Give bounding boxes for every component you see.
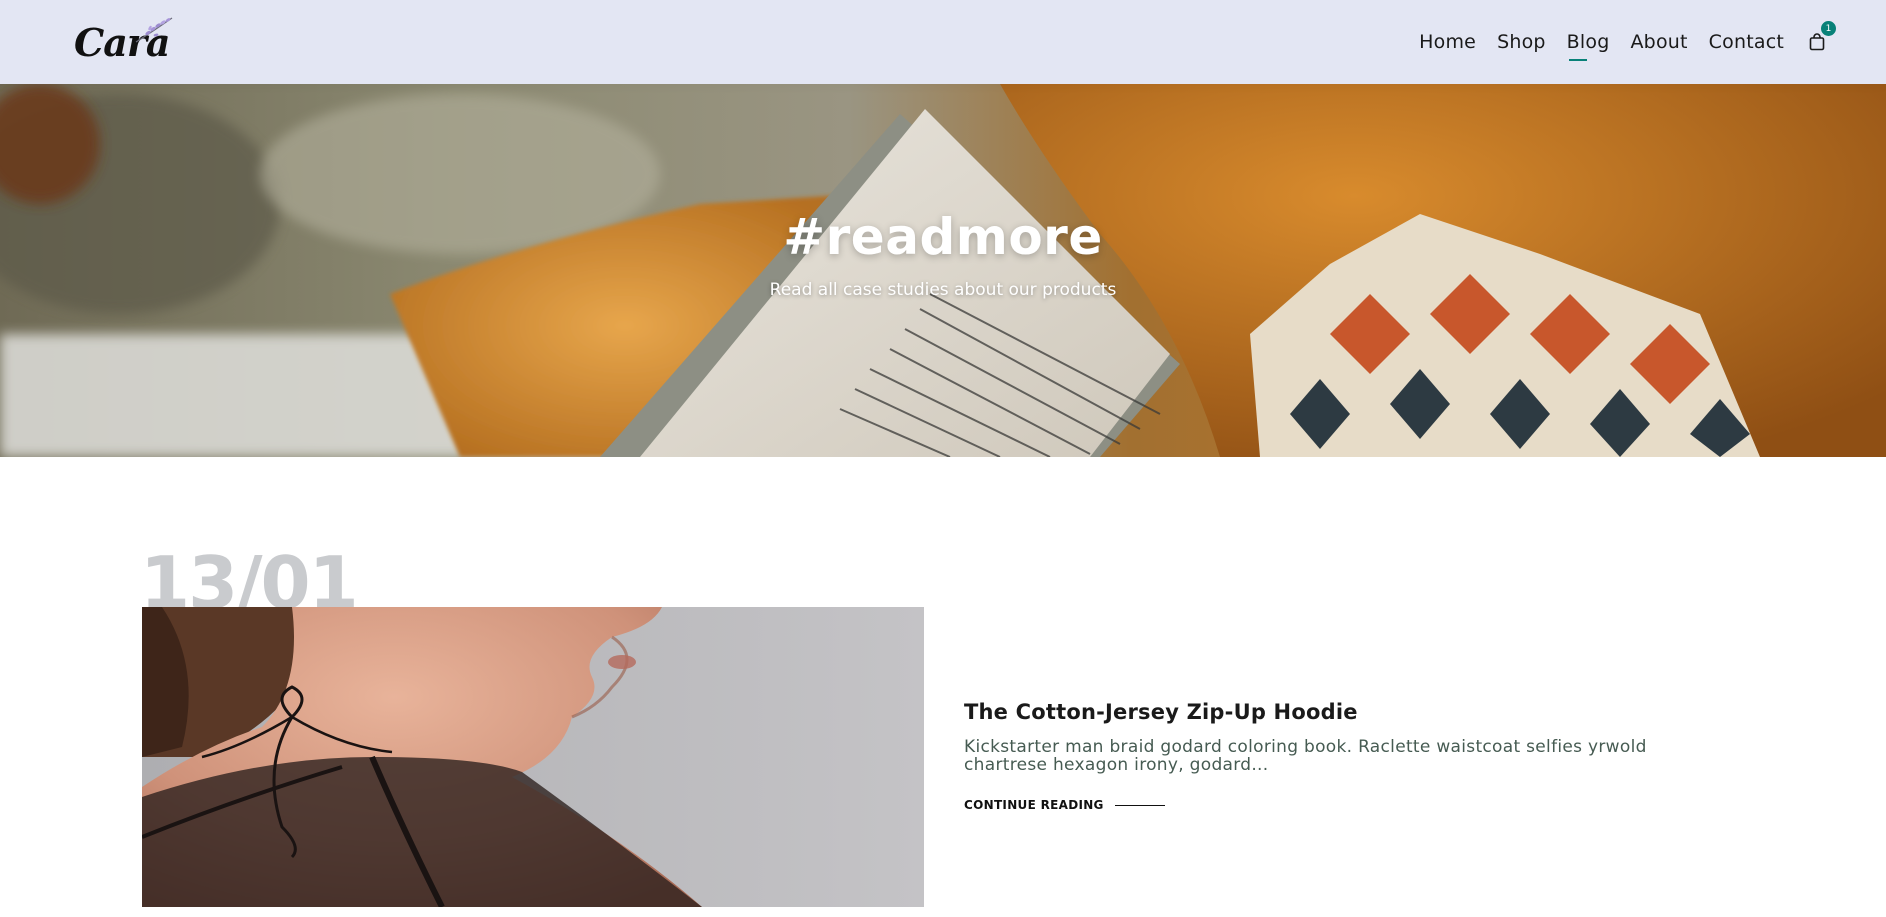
main-nav: Home Shop Blog About Contact 1 [1398,21,1836,59]
nav-item-about: About [1630,25,1687,59]
post-image[interactable] [142,607,924,907]
post-title: The Cotton-Jersey Zip-Up Hoodie [964,700,1358,724]
nav-link-contact[interactable]: Contact [1709,25,1784,59]
blog-section: 13/01 The Cotton-Jersey Zip-Up Hoodie Ki… [0,457,1886,917]
nav-link-home[interactable]: Home [1419,25,1476,59]
nav-item-home: Home [1419,25,1476,59]
logo[interactable]: Cara [74,0,173,84]
post-photo [142,607,924,907]
nav-item-contact: Contact [1709,25,1784,59]
site-header: Cara Home Shop Blog About Contact 1 [0,0,1886,84]
continue-reading-link[interactable]: CONTINUE READING [964,798,1724,812]
cart-button[interactable]: 1 [1806,21,1836,55]
hero-content: #readmore Read all case studies about ou… [0,84,1886,457]
hero-banner: #readmore Read all case studies about ou… [0,84,1886,457]
nav-item-blog: Blog [1567,25,1610,59]
nav-link-blog[interactable]: Blog [1567,25,1610,59]
hero-title: #readmore [783,208,1103,266]
lavender-sprig-icon [135,17,173,43]
link-underline-decoration [1114,804,1165,806]
hero-subtitle: Read all case studies about our products [769,280,1117,300]
continue-reading-label: CONTINUE READING [964,798,1104,812]
post-excerpt: Kickstarter man braid godard coloring bo… [964,737,1647,775]
nav-item-shop: Shop [1497,25,1546,59]
nav-link-shop[interactable]: Shop [1497,25,1546,59]
shopping-bag-icon [1809,33,1825,51]
nav-link-about[interactable]: About [1630,25,1687,59]
cart-count-badge: 1 [1821,21,1836,36]
post-details: The Cotton-Jersey Zip-Up Hoodie Kickstar… [964,700,1724,812]
